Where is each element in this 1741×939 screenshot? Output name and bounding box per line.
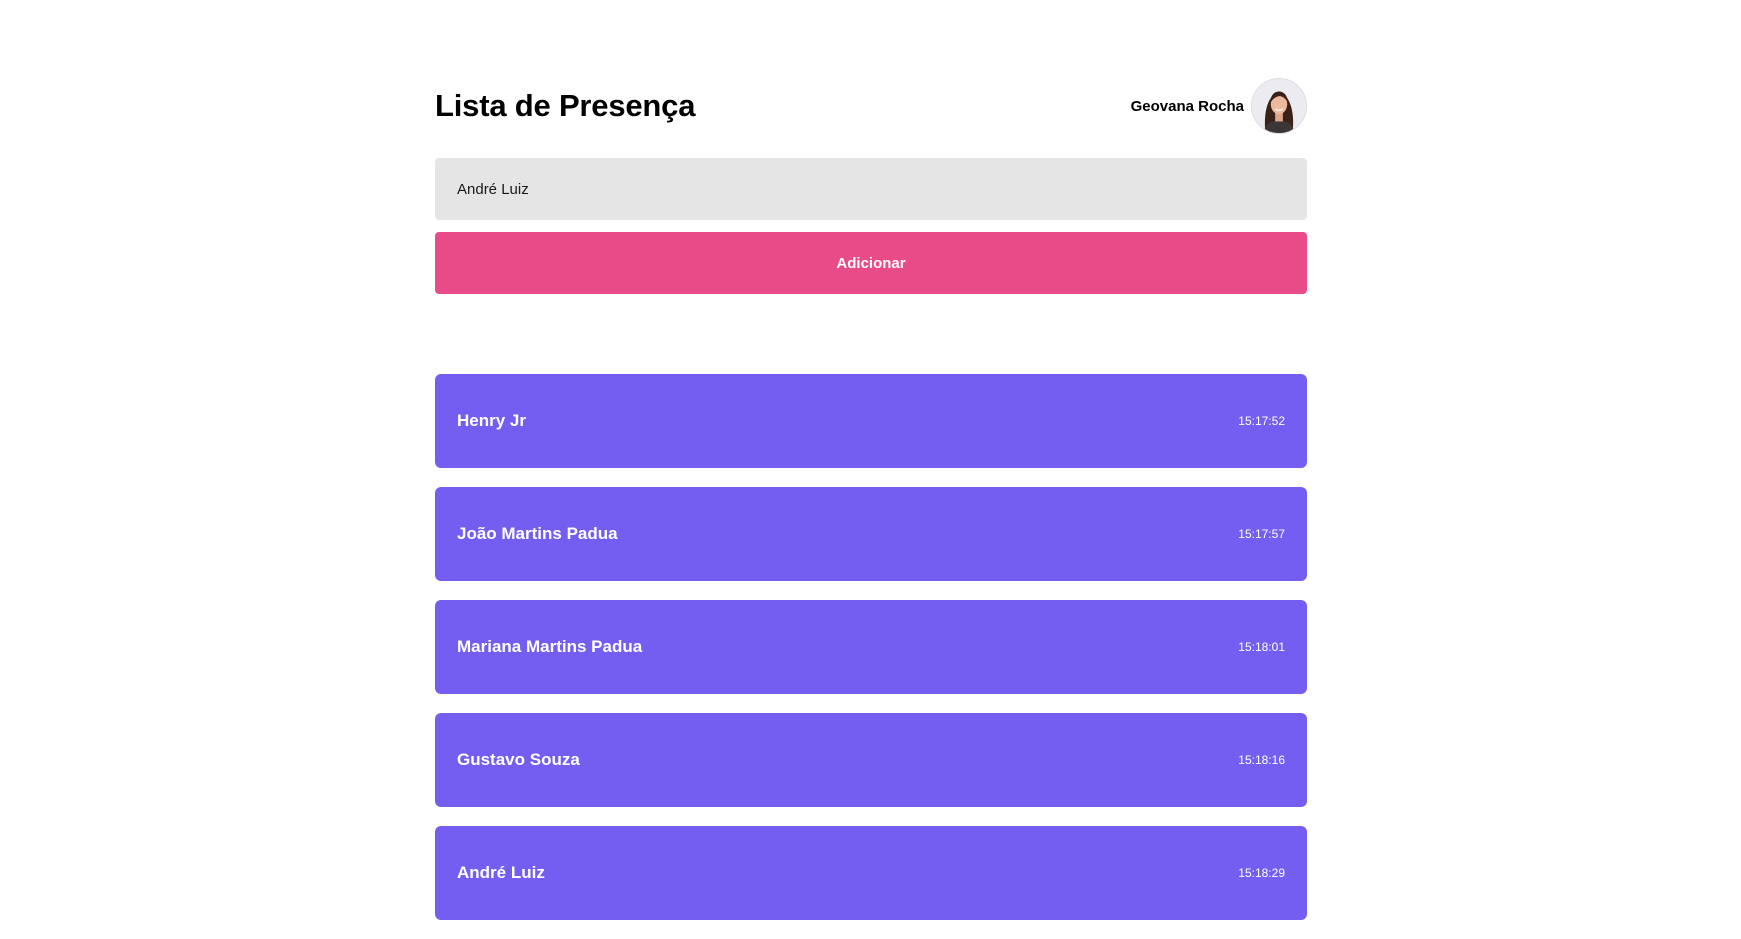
add-button[interactable]: Adicionar xyxy=(435,232,1307,294)
student-name: André Luiz xyxy=(457,863,545,882)
student-name: João Martins Padua xyxy=(457,524,618,543)
student-name: Gustavo Souza xyxy=(457,750,580,769)
student-name: Henry Jr xyxy=(457,411,526,430)
student-time: 15:18:01 xyxy=(1238,640,1285,654)
page-title: Lista de Presença xyxy=(435,88,696,123)
student-card: Henry Jr 15:17:52 xyxy=(435,374,1307,468)
attendance-list: Henry Jr 15:17:52 João Martins Padua 15:… xyxy=(435,374,1307,939)
student-time: 15:17:52 xyxy=(1238,414,1285,428)
student-card: João Martins Padua 15:17:57 xyxy=(435,487,1307,581)
student-card: André Luiz 15:18:29 xyxy=(435,826,1307,920)
user-profile: Geovana Rocha xyxy=(1131,78,1307,134)
student-name: Mariana Martins Padua xyxy=(457,637,643,656)
student-time: 15:17:57 xyxy=(1238,527,1285,541)
student-time: 15:18:29 xyxy=(1238,866,1285,880)
user-name: Geovana Rocha xyxy=(1130,97,1244,115)
avatar xyxy=(1251,78,1307,134)
student-name-input[interactable] xyxy=(435,158,1307,220)
page-header: Lista de Presença Geovana Rocha xyxy=(435,78,1307,134)
student-card: Gustavo Souza 15:18:16 xyxy=(435,713,1307,807)
student-time: 15:18:16 xyxy=(1238,753,1285,767)
student-card: Mariana Martins Padua 15:18:01 xyxy=(435,600,1307,694)
